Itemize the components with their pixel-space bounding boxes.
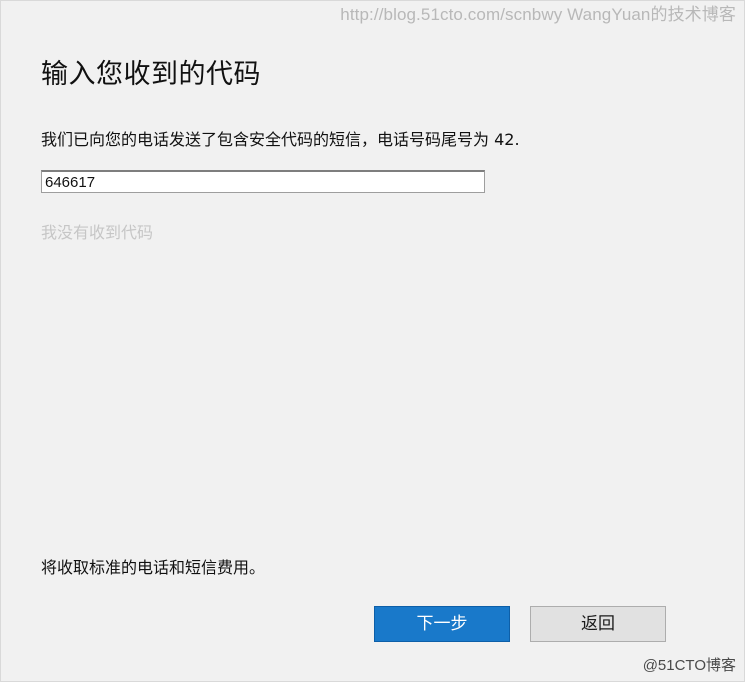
watermark-top: http://blog.51cto.com/scnbwy WangYuan的技术… bbox=[340, 5, 736, 24]
fee-note: 将收取标准的电话和短信费用。 bbox=[41, 558, 266, 577]
back-button[interactable]: 返回 bbox=[530, 606, 666, 642]
page-title: 输入您收到的代码 bbox=[41, 59, 261, 90]
watermark-bottom: @51CTO博客 bbox=[642, 657, 736, 674]
no-code-link[interactable]: 我没有收到代码 bbox=[41, 222, 153, 244]
instruction-text: 我们已向您的电话发送了包含安全代码的短信，电话号码尾号为 42. bbox=[41, 130, 520, 149]
next-button[interactable]: 下一步 bbox=[374, 606, 510, 642]
dialog-frame: http://blog.51cto.com/scnbwy WangYuan的技术… bbox=[0, 0, 745, 682]
code-input[interactable] bbox=[41, 170, 485, 193]
